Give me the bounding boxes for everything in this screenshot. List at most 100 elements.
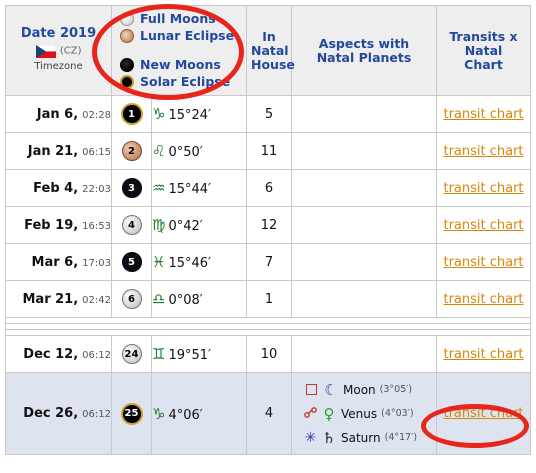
legend-full-moon-label: Full Moons (140, 11, 216, 26)
row-date: Mar 21, 02:42 (5, 280, 112, 318)
full-moon-icon: 6 (121, 289, 142, 309)
row-date-label: Mar 6, (31, 254, 79, 270)
transits-header-label: Transits x Natal Chart (449, 28, 518, 72)
zodiac-sign-icon: ♍ (152, 216, 166, 234)
row-phase-cell: 2 (111, 132, 152, 170)
row-phase-cell: 25 (111, 372, 152, 455)
transit-chart-link[interactable]: transit chart (443, 218, 523, 233)
row-phase-cell: 5 (111, 243, 152, 281)
row-aspects (291, 243, 437, 281)
transit-chart-link[interactable]: transit chart (443, 181, 523, 196)
legend-full-moon: Full Moons (120, 11, 246, 28)
country-code: (CZ) (59, 45, 82, 57)
table-header-row: Date 2019 (CZ) Timezone Full Moons Lunar… (5, 5, 531, 96)
row-transit-link-cell: transit chart (436, 243, 531, 281)
row-transit-link-cell: transit chart (436, 335, 531, 373)
venus-planet-icon: ♀ (323, 404, 335, 423)
solar-eclipse-icon: 1 (120, 103, 143, 125)
row-aspects: ☾ Moon (3°05′) ♀ Venus (4°03′) ✳ ♄ Saturn (4°17… (291, 372, 437, 455)
row-date: Feb 19, 16:53 (5, 206, 112, 244)
full-moon-icon: 4 (121, 215, 142, 235)
aspect-item: ♀ Venus (4°03′) (292, 402, 436, 426)
legend-new-moon: New Moons (120, 57, 246, 74)
row-date: Mar 6, 17:03 (5, 243, 112, 281)
saturn-planet-icon: ♄ (322, 428, 336, 447)
solar-eclipse-icon (120, 75, 134, 89)
row-position: ♎ 0°08′ (151, 280, 247, 318)
table-row: Feb 19, 16:53 4 ♍ 0°42′ 12 transit chart (5, 206, 531, 244)
table-row: Dec 12, 06:12 24 ♊ 19°51′ 10 transit chart (5, 335, 531, 373)
row-aspects (291, 95, 437, 133)
row-date: Jan 21, 06:15 (5, 132, 112, 170)
row-house: 1 (246, 280, 292, 318)
row-date: Feb 4, 22:03 (5, 169, 112, 207)
date-column-header: Date 2019 (CZ) Timezone (5, 5, 112, 96)
transit-chart-link[interactable]: transit chart (443, 406, 523, 421)
row-date-label: Jan 21, (27, 143, 79, 159)
row-phase-cell: 1 (111, 95, 152, 133)
row-transit-link-cell: transit chart (436, 372, 531, 455)
date-year-title: Date 2019 (20, 25, 97, 41)
row-position-degrees: 0°08′ (168, 293, 203, 308)
aspect-orb: (4°03′) (381, 408, 414, 419)
row-house: 5 (246, 95, 292, 133)
transit-chart-link[interactable]: transit chart (443, 144, 523, 159)
row-house: 10 (246, 335, 292, 373)
legend-solar-eclipse-label: Solar Eclipse (140, 74, 231, 89)
table-row: Jan 6, 02:28 1 ♑ 15°24′ 5 transit chart (5, 95, 531, 133)
phase-legend: Full Moons Lunar Eclipse New Moons Solar… (111, 5, 247, 96)
square-aspect-icon (306, 384, 317, 395)
row-time: 06:15 (82, 146, 111, 158)
transit-chart-link[interactable]: transit chart (443, 347, 523, 362)
moon-phases-table-view: Date 2019 (CZ) Timezone Full Moons Lunar… (0, 0, 536, 473)
row-time: 22:03 (82, 183, 111, 195)
row-time: 16:53 (82, 220, 111, 232)
row-time: 17:03 (82, 257, 111, 269)
row-time: 02:28 (82, 109, 111, 121)
opposition-aspect-icon (304, 406, 317, 421)
rows-group-1: Jan 6, 02:28 1 ♑ 15°24′ 5 transit chart Jan 21,… (5, 95, 531, 318)
table-row: Jan 21, 06:15 2 ♌ 0°50′ 11 transit chart (5, 132, 531, 170)
lunar-eclipse-icon: 2 (121, 141, 142, 161)
row-position-degrees: 0°50′ (168, 145, 203, 160)
aspects-header-label: Aspects with Natal Planets (316, 35, 412, 65)
row-date-label: Feb 19, (24, 217, 79, 233)
transit-chart-link[interactable]: transit chart (443, 107, 523, 122)
row-position: ♓ 15°46′ (151, 243, 247, 281)
moon-phases-table: Date 2019 (CZ) Timezone Full Moons Lunar… (5, 5, 531, 455)
zodiac-sign-icon: ♌ (152, 142, 166, 160)
row-time: 06:12 (82, 409, 111, 420)
row-house: 11 (246, 132, 292, 170)
row-phase-cell: 6 (111, 280, 152, 318)
row-aspects (291, 169, 437, 207)
new-moon-icon: 5 (121, 252, 142, 272)
row-house: 12 (246, 206, 292, 244)
row-position-degrees: 15°24′ (168, 108, 211, 123)
transits-column-header: Transits x Natal Chart (436, 5, 531, 96)
moon-planet-icon: ☾ (324, 380, 338, 399)
row-date-label: Jan 6, (36, 106, 79, 122)
timezone-label: Timezone (34, 61, 83, 73)
row-house: 4 (246, 372, 292, 455)
aspects-column-header: Aspects with Natal Planets (291, 5, 437, 96)
legend-lunar-eclipse-label: Lunar Eclipse (140, 28, 235, 43)
aspect-orb: (4°17′) (384, 432, 418, 443)
czech-flag-icon (35, 44, 56, 58)
solar-eclipse-icon: 25 (120, 402, 143, 425)
row-transit-link-cell: transit chart (436, 169, 531, 207)
row-transit-link-cell: transit chart (436, 206, 531, 244)
rows-group-2: Dec 12, 06:12 24 ♊ 19°51′ 10 transit chart (5, 335, 531, 373)
row-phase-cell: 4 (111, 206, 152, 244)
transit-chart-link[interactable]: transit chart (443, 255, 523, 270)
aspect-item: ☾ Moon (3°05′) (292, 378, 436, 402)
row-transit-link-cell: transit chart (436, 95, 531, 133)
transit-chart-link[interactable]: transit chart (443, 292, 523, 307)
row-aspects (291, 132, 437, 170)
new-moon-icon: 3 (121, 178, 142, 198)
row-time: 02:42 (82, 294, 111, 306)
zodiac-sign-icon: ♓ (152, 253, 166, 271)
aspect-orb: (3°05′) (379, 384, 413, 395)
aspect-planet-name: Venus (341, 406, 378, 421)
row-position-degrees: 0°42′ (168, 219, 203, 234)
row-time: 06:12 (82, 349, 111, 361)
